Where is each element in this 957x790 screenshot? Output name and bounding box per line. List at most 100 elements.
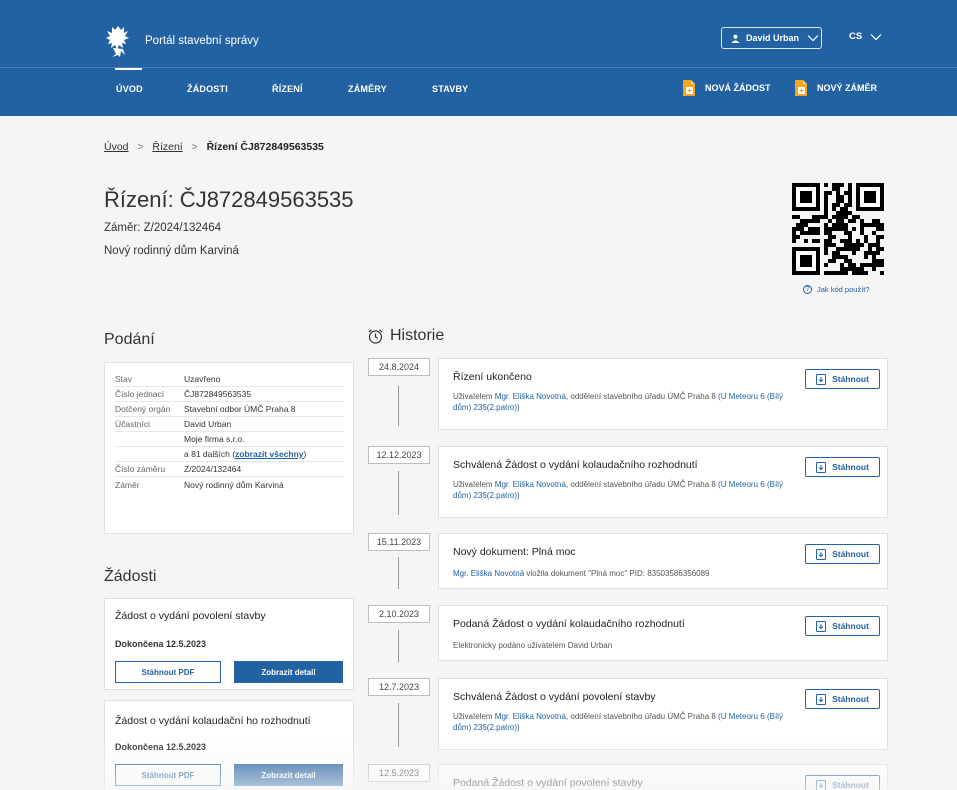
qr-module — [796, 227, 800, 231]
language-label: CS — [849, 31, 863, 42]
show-detail-button[interactable]: Zobrazit detail — [234, 661, 343, 683]
desc-text: , oddělení stavebního úřadu ÚMČ Praha 8 — [565, 480, 719, 489]
info-row: Číslo jednací ČJ872849563535 — [115, 387, 343, 402]
qr-module — [840, 267, 844, 271]
timeline-date: 2.10.2023 — [368, 605, 430, 623]
qr-finder-pattern — [792, 247, 820, 275]
info-label: Záměr — [115, 479, 140, 490]
info-label: Číslo záměru — [115, 464, 166, 474]
chevron-down-icon — [807, 35, 819, 42]
qr-help-link[interactable]: ? Jak kód použít? — [803, 285, 870, 294]
user-link[interactable]: Mgr. Eliška Novotná — [495, 712, 566, 721]
brand-title[interactable]: Portál stavební správy — [145, 35, 259, 47]
qr-module — [828, 191, 832, 195]
download-button[interactable]: Stáhnout — [805, 544, 880, 564]
user-menu-button[interactable]: David Urban — [721, 27, 822, 49]
qr-module — [840, 271, 844, 275]
desc-text: Uživatelem — [453, 392, 495, 401]
qr-module — [864, 271, 868, 275]
timeline-title: Schválená Žádost o vydání povolení stavb… — [453, 691, 656, 703]
qr-module — [860, 223, 864, 227]
download-icon — [816, 693, 827, 705]
qr-module — [868, 263, 872, 267]
qr-module — [800, 227, 804, 231]
desc-text: vložila dokument "Plná moc" PID: 8350358… — [524, 569, 710, 578]
qr-module — [840, 207, 844, 211]
new-intent-button[interactable]: NOVÝ ZÁMĚR — [793, 79, 877, 97]
qr-module — [812, 239, 816, 243]
qr-module — [852, 219, 856, 223]
qr-module — [836, 183, 840, 187]
user-link[interactable]: Mgr. Eliška Novotná — [453, 569, 524, 578]
qr-module — [848, 219, 852, 223]
nav-item-rizeni[interactable]: ŘÍZENÍ — [272, 84, 303, 94]
qr-help-label: Jak kód použít? — [817, 285, 870, 294]
download-button[interactable]: Stáhnout — [805, 457, 880, 477]
qr-module — [844, 215, 848, 219]
qr-module — [836, 247, 840, 251]
qr-module — [844, 231, 848, 235]
info-row: Dotčený orgán Stavební odbor ÚMČ Praha 8 — [115, 402, 343, 417]
language-select[interactable]: CS — [849, 31, 882, 42]
qr-module — [848, 187, 852, 191]
download-button[interactable]: Stáhnout — [805, 775, 880, 790]
header-divider — [0, 67, 957, 68]
new-request-button[interactable]: NOVÁ ŽÁDOST — [681, 79, 771, 97]
download-button[interactable]: Stáhnout — [805, 369, 880, 389]
qr-module — [848, 263, 852, 267]
qr-module — [852, 247, 856, 251]
timeline-card: Schválená Žádost o vydání povolení stavb… — [438, 678, 888, 750]
nav-item-stavby[interactable]: STAVBY — [432, 84, 468, 94]
new-request-label: NOVÁ ŽÁDOST — [705, 83, 771, 93]
download-pdf-button[interactable]: Stáhnout PDF — [115, 764, 221, 786]
qr-module — [836, 223, 840, 227]
qr-module — [832, 271, 836, 275]
qr-module — [828, 235, 832, 239]
qr-module — [840, 263, 844, 267]
nav-item-zamery[interactable]: ZÁMĚRY — [348, 84, 387, 94]
download-icon — [816, 373, 827, 385]
timeline-title: Podaná Žádost o vydání povolení stavby — [453, 777, 643, 789]
qr-module — [868, 247, 872, 251]
qr-module — [832, 223, 836, 227]
qr-module — [848, 243, 852, 247]
request-card: Žádost o vydání kolaudační ho rozhodnutí… — [104, 700, 354, 790]
qr-module — [836, 191, 840, 195]
download-button[interactable]: Stáhnout — [805, 616, 880, 636]
section-podani-heading: Podání — [104, 331, 155, 348]
nav-item-uvod[interactable]: ÚVOD — [116, 84, 143, 94]
qr-module — [832, 183, 836, 187]
qr-module — [840, 199, 844, 203]
download-pdf-button[interactable]: Stáhnout PDF — [115, 661, 221, 683]
qr-module — [800, 223, 804, 227]
qr-module — [832, 203, 836, 207]
qr-module — [824, 247, 828, 251]
timeline-line — [398, 630, 399, 662]
qr-module — [848, 231, 852, 235]
qr-module — [856, 271, 860, 275]
timeline-card: Nový dokument: Plná moc Mgr. Eliška Novo… — [438, 533, 888, 589]
download-label: Stáhnout — [832, 780, 869, 790]
qr-module — [816, 219, 820, 223]
qr-finder-pattern — [856, 183, 884, 211]
download-button[interactable]: Stáhnout — [805, 689, 880, 709]
qr-module — [864, 239, 868, 243]
breadcrumb-home[interactable]: Úvod — [104, 141, 129, 153]
breadcrumb-rizeni[interactable]: Řízení — [152, 141, 182, 153]
qr-module — [816, 231, 820, 235]
show-detail-button[interactable]: Zobrazit detail — [234, 764, 343, 786]
qr-module — [832, 235, 836, 239]
show-all-link[interactable]: zobrazit všechny — [235, 449, 304, 459]
desc-text: , oddělení stavebního úřadu ÚMČ Praha 8 — [565, 392, 719, 401]
user-link[interactable]: Mgr. Eliška Novotná — [495, 392, 566, 401]
timeline-title: Schválená Žádost o vydání kolaudačního r… — [453, 459, 698, 471]
qr-module — [824, 263, 828, 267]
qr-module — [872, 267, 876, 271]
info-value: Moje firma s.r.o. — [184, 434, 245, 444]
user-link[interactable]: Mgr. Eliška Novotná — [495, 480, 566, 489]
qr-module — [824, 231, 828, 235]
qr-module — [808, 227, 812, 231]
qr-module — [856, 239, 860, 243]
qr-module — [792, 235, 796, 239]
nav-item-zadosti[interactable]: ŽÁDOSTI — [187, 84, 228, 94]
